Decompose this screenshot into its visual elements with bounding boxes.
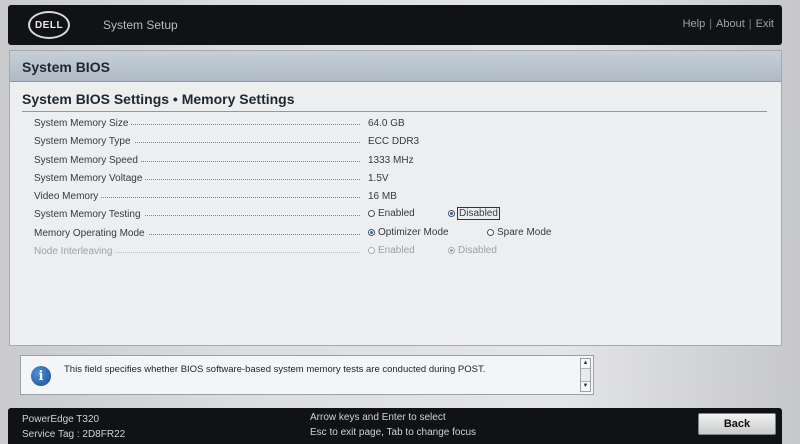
panel-header: System BIOS (10, 51, 781, 82)
node-interleaving-enabled-radio: Enabled (368, 245, 415, 256)
spare-mode-radio[interactable]: Spare Mode (487, 227, 551, 238)
setting-row-memory-operating-mode: Memory Operating Mode Optimizer Mode Spa… (34, 225, 754, 243)
info-icon: i (31, 366, 51, 386)
key-hint: Esc to exit page, Tab to change focus (310, 427, 477, 438)
about-link[interactable]: About (716, 18, 745, 30)
setting-label: Node Interleaving (34, 246, 116, 258)
radio-icon (368, 247, 375, 255)
bottom-bar: PowerEdge T320 Service Tag : 2D8FR22 Arr… (8, 408, 782, 444)
exit-link[interactable]: Exit (756, 18, 774, 30)
subtitle-divider (22, 111, 767, 112)
top-bar: DELL System Setup Help | About | Exit (8, 5, 782, 45)
radio-icon (487, 228, 494, 236)
setting-row-memory-size: System Memory Size 64.0 GB (34, 115, 754, 133)
radio-icon (368, 210, 375, 218)
scroll-down-arrow-icon[interactable]: ▼ (581, 381, 590, 391)
radio-selected-icon (448, 210, 455, 218)
top-links: Help | About | Exit (683, 18, 774, 30)
setting-row-video-memory: Video Memory 16 MB (34, 188, 754, 206)
option-label: Disabled (458, 245, 497, 257)
link-separator: | (709, 18, 713, 30)
help-box: i This field specifies whether BIOS soft… (20, 355, 594, 395)
setting-label: System Memory Type (34, 136, 134, 148)
key-hint: Arrow keys and Enter to select (310, 412, 446, 423)
memory-testing-enabled-radio[interactable]: Enabled (368, 208, 415, 219)
setting-label: System Memory Testing (34, 209, 144, 221)
setting-value: 64.0 GB (368, 118, 405, 129)
option-label: Disabled (457, 207, 500, 221)
help-link[interactable]: Help (683, 18, 706, 30)
option-label: Optimizer Mode (378, 226, 449, 238)
app-title: System Setup (103, 18, 178, 32)
system-model: PowerEdge T320 (22, 414, 100, 425)
setting-value: 16 MB (368, 191, 397, 203)
back-button[interactable]: Back (698, 413, 776, 435)
radio-selected-icon (368, 228, 375, 236)
setting-label: Video Memory (34, 191, 102, 203)
setting-label: System Memory Voltage (34, 172, 146, 184)
help-text: This field specifies whether BIOS softwa… (64, 364, 486, 375)
setting-row-memory-testing: System Memory Testing Enabled Disabled (34, 206, 754, 224)
setting-label: Memory Operating Mode (34, 227, 148, 239)
setting-value: ECC DDR3 (368, 136, 420, 148)
setting-row-memory-type: System Memory Type ECC DDR3 (34, 133, 754, 151)
option-label: Spare Mode (497, 226, 552, 238)
setting-label: System Memory Size (34, 118, 132, 129)
scroll-up-arrow-icon[interactable]: ▲ (581, 359, 590, 369)
radio-selected-icon (448, 247, 455, 255)
service-tag: Service Tag : 2D8FR22 (22, 429, 126, 440)
page-subtitle: System BIOS Settings • Memory Settings (22, 91, 295, 107)
dell-logo: DELL (28, 11, 70, 39)
link-separator: | (748, 18, 752, 30)
panel-title: System BIOS (22, 59, 110, 75)
setting-row-memory-voltage: System Memory Voltage 1.5V (34, 170, 754, 188)
option-label: Enabled (378, 208, 415, 220)
setting-value: 1333 MHz (368, 154, 414, 166)
node-interleaving-disabled-radio: Disabled (448, 245, 497, 256)
setting-value: 1.5V (368, 172, 389, 184)
option-label: Enabled (378, 245, 415, 257)
help-scrollbar[interactable]: ▲ ▼ (580, 358, 591, 392)
settings-list: System Memory Size 64.0 GB System Memory… (34, 115, 754, 261)
setting-label: System Memory Speed (34, 154, 141, 166)
setting-row-node-interleaving: Node Interleaving Enabled Disabled (34, 243, 754, 261)
settings-panel: System BIOS System BIOS Settings • Memor… (9, 50, 782, 346)
setting-row-memory-speed: System Memory Speed 1333 MHz (34, 152, 754, 170)
memory-testing-disabled-radio[interactable]: Disabled (448, 207, 500, 221)
optimizer-mode-radio[interactable]: Optimizer Mode (368, 227, 449, 238)
